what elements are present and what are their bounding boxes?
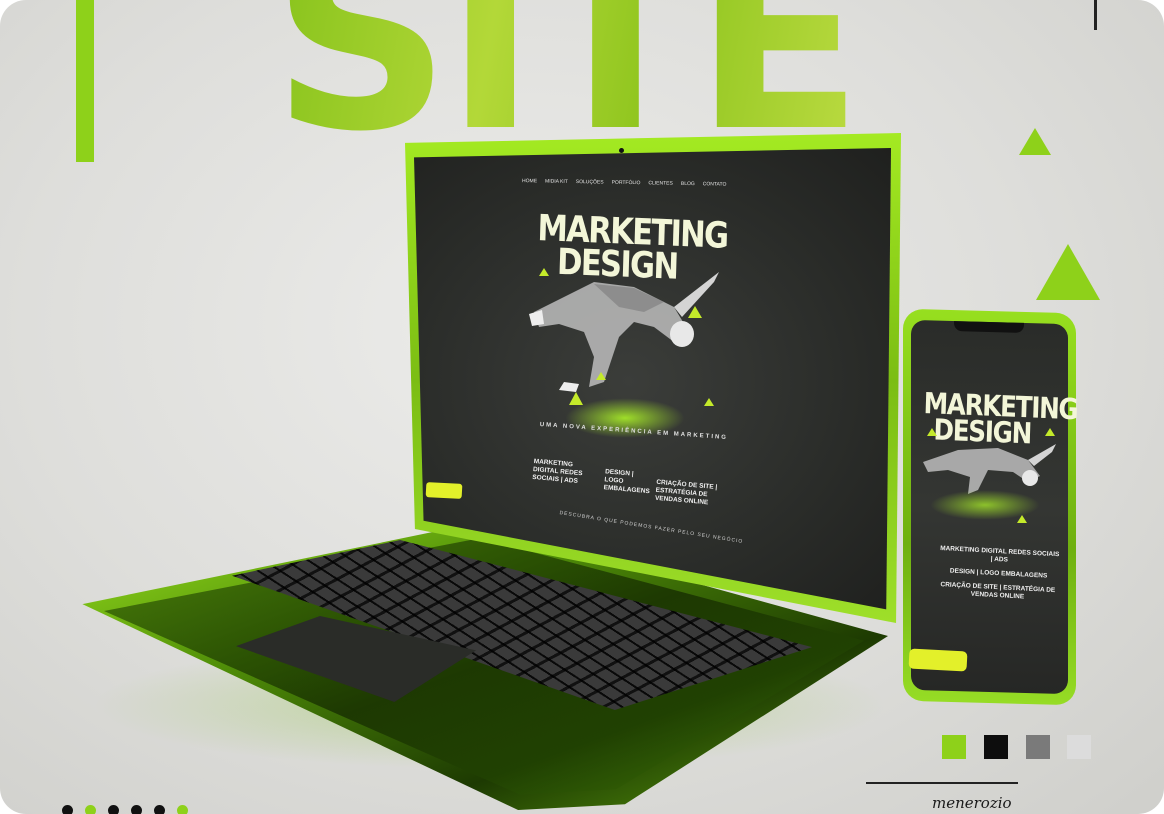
carousel-dot[interactable] (108, 805, 119, 814)
divider (866, 782, 1018, 784)
triangle-icon (569, 392, 583, 405)
dancer-illustration (529, 272, 719, 392)
triangle-icon (596, 372, 606, 380)
mockup-image: SITE HOME MIDIA KIT SOLUÇÕES PORTFÓLIO C… (0, 0, 1164, 814)
nav-item[interactable]: BLOG (681, 181, 695, 191)
carousel-dot[interactable] (85, 805, 96, 814)
triangle-icon (539, 268, 549, 276)
phone-whatsapp-button[interactable] (908, 648, 968, 672)
camera-icon (619, 148, 624, 153)
whatsapp-button[interactable] (425, 482, 463, 499)
nav-item[interactable]: CONTATO (703, 181, 727, 191)
service-item: DESIGN | LOGO EMBALAGENS (949, 567, 1048, 580)
service-item: MARKETING DIGITAL REDES SOCIAIS | ADS (531, 458, 583, 485)
corner-line (1094, 0, 1097, 30)
nav-item[interactable]: MIDIA KIT (545, 178, 568, 188)
carousel-dot[interactable] (131, 805, 142, 814)
triangle-icon (1045, 428, 1055, 436)
nav-item[interactable]: HOME (522, 178, 537, 188)
swatch-black (984, 735, 1008, 759)
carousel-dot[interactable] (62, 805, 73, 814)
carousel-dot[interactable] (177, 805, 188, 814)
accent-bar (76, 0, 94, 162)
carousel-dot[interactable] (154, 805, 165, 814)
triangle-small-icon (1019, 128, 1051, 155)
triangle-icon (704, 398, 714, 406)
service-item: CRIAÇÃO DE SITE | ESTRATÉGIA DE VENDAS O… (940, 581, 1056, 601)
nav-item[interactable]: CLIENTES (648, 180, 673, 190)
phone-notch (954, 321, 1024, 333)
nav-item[interactable]: PORTFÓLIO (611, 180, 641, 191)
carousel-dots (62, 805, 202, 814)
service-item: CRIAÇÃO DE SITE | ESTRATÉGIA DE VENDAS O… (654, 478, 718, 507)
triangle-large-icon (1036, 244, 1100, 300)
signature: menerozio (932, 794, 1012, 812)
swatch-light-gray (1067, 735, 1091, 759)
triangle-icon (1017, 515, 1027, 523)
phone-services: MARKETING DIGITAL REDES SOCIAIS | ADS DE… (937, 545, 1060, 609)
phone-hero-title: MARKETING DESIGN (922, 386, 1078, 450)
swatch-gray (1026, 735, 1050, 759)
swatch-green (942, 735, 966, 759)
triangle-icon (927, 428, 937, 436)
triangle-icon (688, 306, 702, 318)
service-item: DESIGN | LOGO EMBALAGENS (603, 468, 651, 496)
nav-item[interactable]: SOLUÇÕES (576, 179, 604, 189)
